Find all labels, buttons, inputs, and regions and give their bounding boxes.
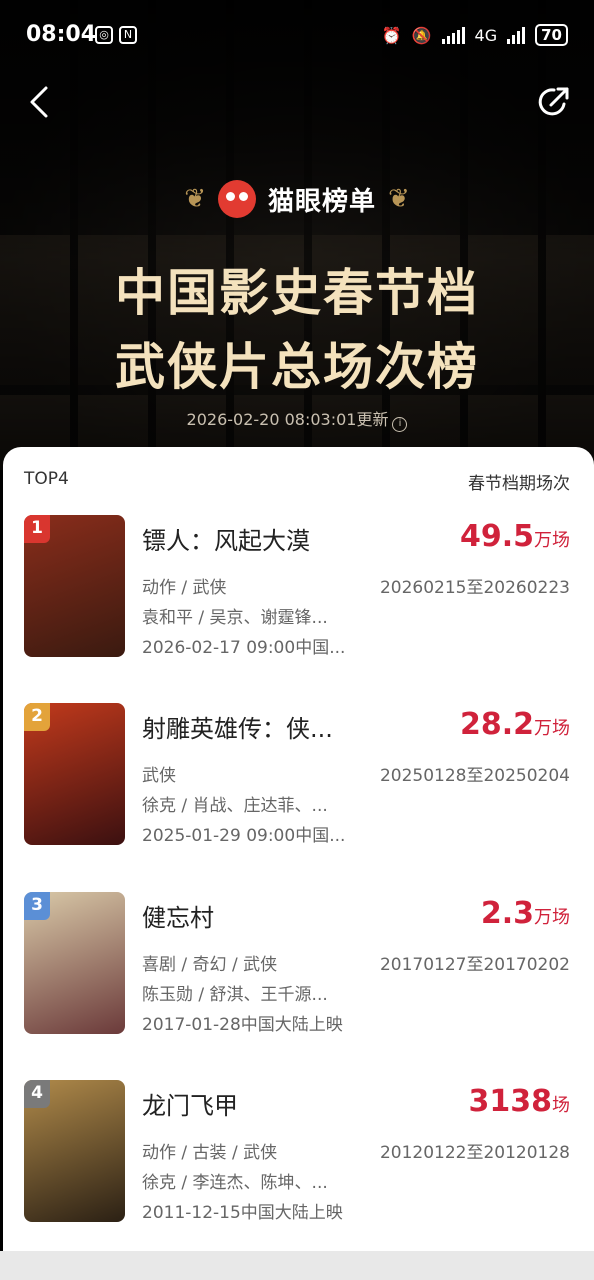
nfc-icon: N — [119, 26, 137, 44]
laurel-left-icon: ❦ — [184, 184, 206, 214]
metric-label: 春节档期场次 — [468, 474, 570, 494]
list-item[interactable]: 4 龙门飞甲 3138场 动作 / 古装 / 武侠 徐克 / 李连杰、陈坤、..… — [3, 1080, 594, 1240]
rank-badge: 4 — [24, 1080, 50, 1108]
hero-banner — [0, 0, 594, 470]
brand-name: 猫眼榜单 — [267, 186, 376, 217]
rank-badge: 3 — [24, 892, 50, 920]
movie-title: 射雕英雄传：侠... — [142, 715, 333, 743]
holiday-period: 20170127至20170202 — [379, 955, 570, 975]
list-item[interactable]: 3 健忘村 2.3万场 喜剧 / 奇幻 / 武侠 陈玉勋 / 舒淇、王千源...… — [3, 892, 594, 1052]
battery-level: 70 — [535, 24, 568, 46]
movie-title: 镖人：风起大漠 — [142, 527, 310, 555]
page-title-line1: 中国影史春节档 — [115, 264, 479, 322]
movie-genre: 喜剧 / 奇幻 / 武侠 — [142, 955, 278, 975]
movie-title: 健忘村 — [142, 904, 214, 932]
screening-count: 3138场 — [468, 1084, 571, 1119]
screening-count: 2.3万场 — [480, 896, 570, 931]
movie-release: 2017-01-28中国大陆上映 — [142, 1015, 343, 1035]
movie-poster[interactable]: 2 — [24, 703, 125, 845]
movie-poster[interactable]: 1 — [24, 515, 125, 657]
movie-cast: 徐克 / 肖战、庄达菲、... — [142, 796, 328, 816]
movie-cast: 徐克 / 李连杰、陈坤、... — [142, 1173, 328, 1193]
rank-badge: 1 — [24, 515, 50, 543]
screening-count: 28.2万场 — [459, 707, 570, 742]
movie-genre: 动作 / 武侠 — [142, 578, 227, 598]
cell-signal-icon — [507, 26, 526, 44]
alarm-icon: ⏰ — [381, 25, 402, 45]
holiday-period: 20260215至20260223 — [379, 578, 570, 598]
wifi-signal-icon — [441, 26, 465, 44]
movie-title: 龙门飞甲 — [142, 1092, 238, 1120]
movie-cast: 陈玉勋 / 舒淇、王千源... — [142, 985, 328, 1005]
status-bar: 08:04 ◎ N ⏰ 🔕 4G 70 — [0, 18, 594, 54]
movie-genre: 动作 / 古装 / 武侠 — [142, 1143, 278, 1163]
share-button[interactable] — [536, 84, 572, 120]
movie-poster[interactable]: 3 — [24, 892, 125, 1034]
ranking-card: TOP4 春节档期场次 1 镖人：风起大漠 49.5万场 动作 / 武侠 袁和平… — [3, 447, 594, 1251]
holiday-period: 20120122至20120128 — [379, 1143, 570, 1163]
screening-count: 49.5万场 — [459, 519, 570, 554]
share-icon — [538, 87, 569, 116]
movie-genre: 武侠 — [142, 766, 176, 786]
gesture-bar — [0, 1251, 594, 1280]
update-time: 2026-02-20 08:03:01更新 i — [0, 406, 594, 432]
back-button[interactable] — [24, 84, 60, 120]
movie-release: 2026-02-17 09:00中国... — [142, 638, 346, 658]
holiday-period: 20250128至20250204 — [379, 766, 570, 786]
status-time: 08:04 — [26, 22, 97, 47]
rank-badge: 2 — [24, 703, 50, 731]
list-item[interactable]: 2 射雕英雄传：侠... 28.2万场 武侠 徐克 / 肖战、庄达菲、... 2… — [3, 703, 594, 863]
movie-cast: 袁和平 / 吴京、谢霆锋... — [142, 608, 328, 628]
network-type: 4G — [474, 25, 498, 45]
chevron-left-icon — [30, 86, 48, 118]
movie-poster[interactable]: 4 — [24, 1080, 125, 1222]
app-notification-icon: ◎ — [95, 26, 113, 44]
top-count-label: TOP4 — [24, 469, 69, 489]
info-icon[interactable]: i — [392, 417, 408, 432]
brand-header: ❦ 猫眼榜单 ❦ — [0, 180, 594, 218]
list-item[interactable]: 1 镖人：风起大漠 49.5万场 动作 / 武侠 袁和平 / 吴京、谢霆锋...… — [3, 515, 594, 675]
page-title-line2: 武侠片总场次榜 — [115, 338, 479, 396]
movie-release: 2025-01-29 09:00中国... — [142, 826, 346, 846]
laurel-right-icon: ❦ — [388, 184, 410, 214]
maoyan-cat-logo — [217, 180, 256, 218]
movie-release: 2011-12-15中国大陆上映 — [142, 1203, 343, 1223]
mute-icon: 🔕 — [411, 25, 432, 45]
